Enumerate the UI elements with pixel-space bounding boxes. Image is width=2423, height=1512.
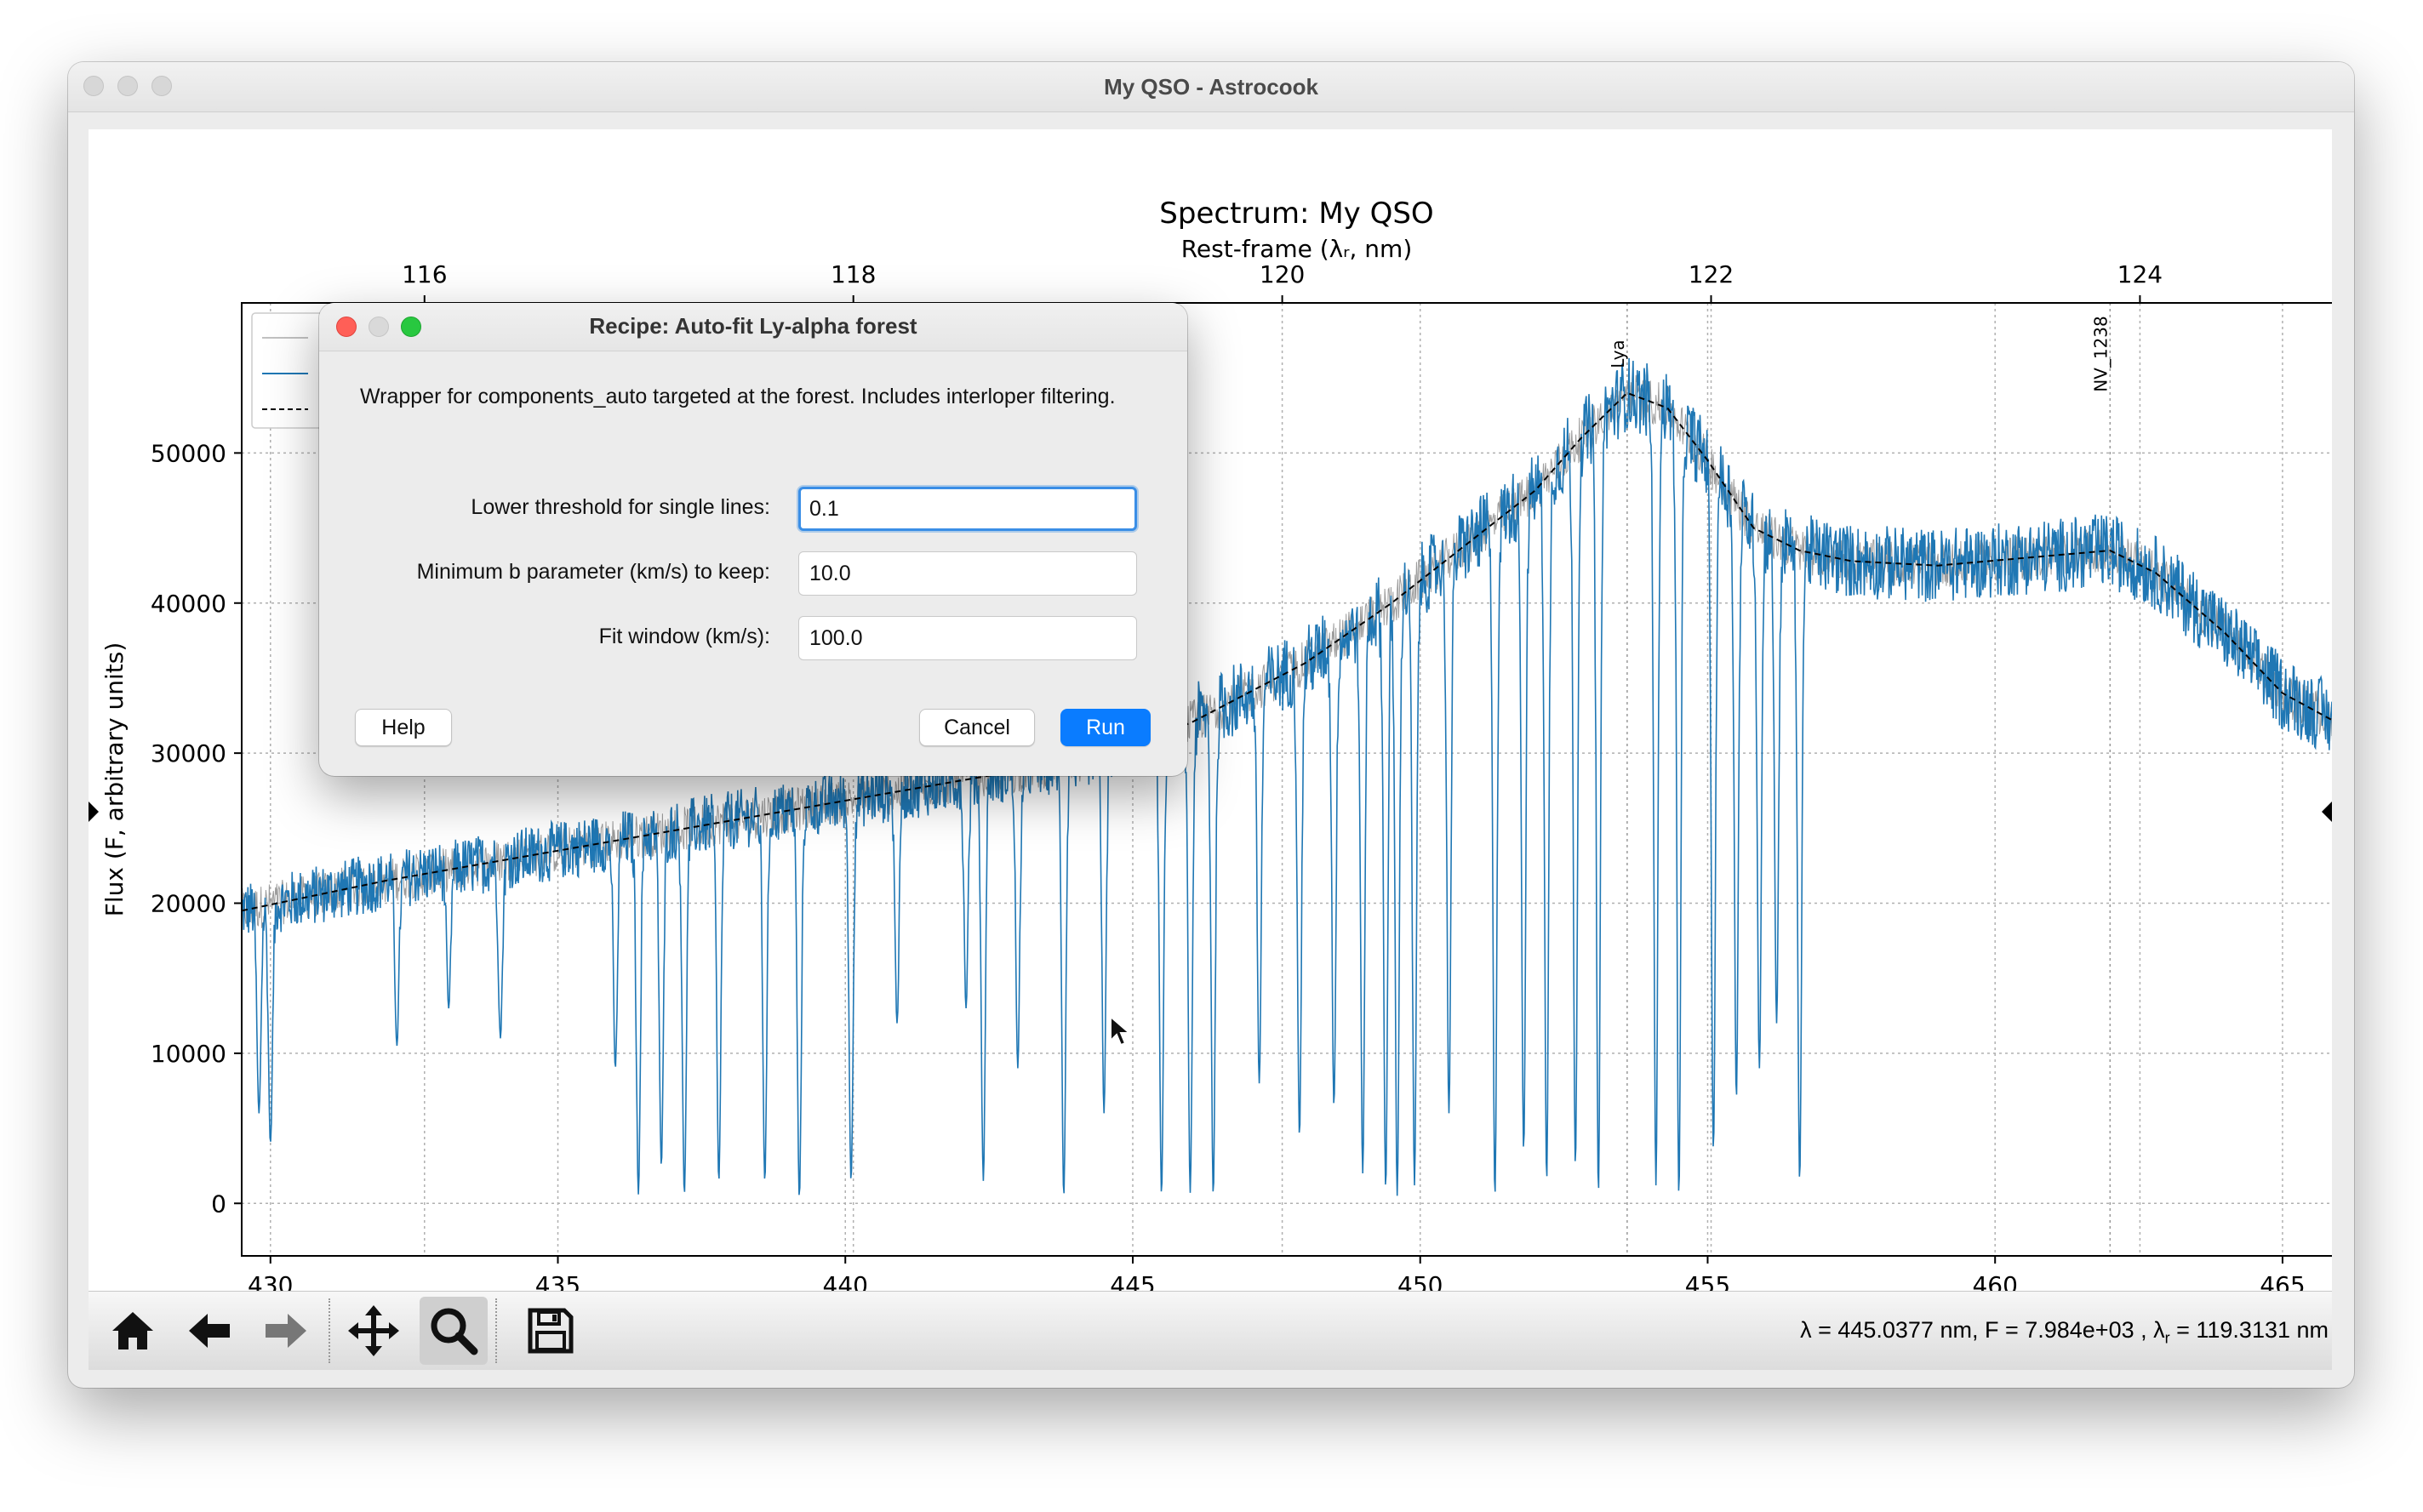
recipe-dialog: Recipe: Auto-fit Ly-alpha forest Wrapper… [319, 303, 1187, 776]
forward-icon[interactable] [252, 1297, 320, 1365]
x2-tick-label: 124 [2117, 260, 2163, 288]
x2-tick-label: 120 [1260, 260, 1305, 288]
save-icon[interactable] [517, 1297, 585, 1365]
fit-window-label: Fit window (km/s): [598, 625, 770, 648]
y-tick-label: 40000 [151, 590, 226, 618]
x2-tick-label: 122 [1689, 260, 1734, 288]
min-b-input[interactable] [798, 551, 1137, 596]
y-tick-label: 50000 [151, 439, 226, 467]
zoom-icon[interactable] [420, 1297, 488, 1365]
min-b-label: Minimum b parameter (km/s) to keep: [416, 560, 770, 584]
chart-title: Spectrum: My QSO [1159, 197, 1433, 231]
status-suffix: = 119.3131 nm [2169, 1317, 2329, 1343]
home-icon[interactable] [99, 1297, 167, 1365]
help-button[interactable]: Help [355, 709, 452, 746]
status-prefix: λ = 445.0377 nm, F = 7.984e+03 , λ [1800, 1317, 2165, 1343]
y-tick-label: 10000 [151, 1040, 226, 1068]
line-marker-label: Lya [1608, 339, 1628, 368]
x2-tick-label: 118 [831, 260, 876, 288]
threshold-label: Lower threshold for single lines: [471, 495, 770, 519]
mouse-cursor-icon [1110, 1015, 1131, 1047]
x2-axis-label: Rest-frame (λᵣ, nm) [1181, 235, 1413, 263]
cancel-button[interactable]: Cancel [919, 709, 1035, 746]
navigation-toolbar: λ = 445.0377 nm, F = 7.984e+03 , λr = 11… [89, 1291, 2332, 1370]
run-button[interactable]: Run [1060, 709, 1151, 746]
y-axis-label: Flux (F, arbitrary units) [100, 642, 129, 917]
back-icon[interactable] [175, 1297, 243, 1365]
y-tick-label: 30000 [151, 739, 226, 767]
line-marker-label: NV_1238 [2090, 316, 2111, 392]
y-tick-label: 20000 [151, 890, 226, 918]
left-edge-marker-icon [89, 802, 99, 822]
title-bar: My QSO - Astrocook [68, 62, 2354, 112]
dialog-description: Wrapper for components_auto targeted at … [360, 385, 1116, 408]
dialog-title-bar: Recipe: Auto-fit Ly-alpha forest [319, 303, 1187, 351]
window-title: My QSO - Astrocook [1104, 74, 1318, 100]
dialog-title: Recipe: Auto-fit Ly-alpha forest [589, 313, 917, 339]
y-tick-label: 0 [211, 1190, 226, 1218]
toolbar-separator [495, 1298, 497, 1363]
fit-window-input[interactable] [798, 616, 1137, 660]
right-edge-marker-icon [2322, 802, 2332, 822]
threshold-input[interactable] [798, 487, 1137, 531]
x2-tick-label: 116 [402, 260, 447, 288]
cursor-status-readout: λ = 445.0377 nm, F = 7.984e+03 , λr = 11… [1800, 1317, 2329, 1347]
toolbar-separator [329, 1298, 330, 1363]
pan-icon[interactable] [340, 1297, 408, 1365]
